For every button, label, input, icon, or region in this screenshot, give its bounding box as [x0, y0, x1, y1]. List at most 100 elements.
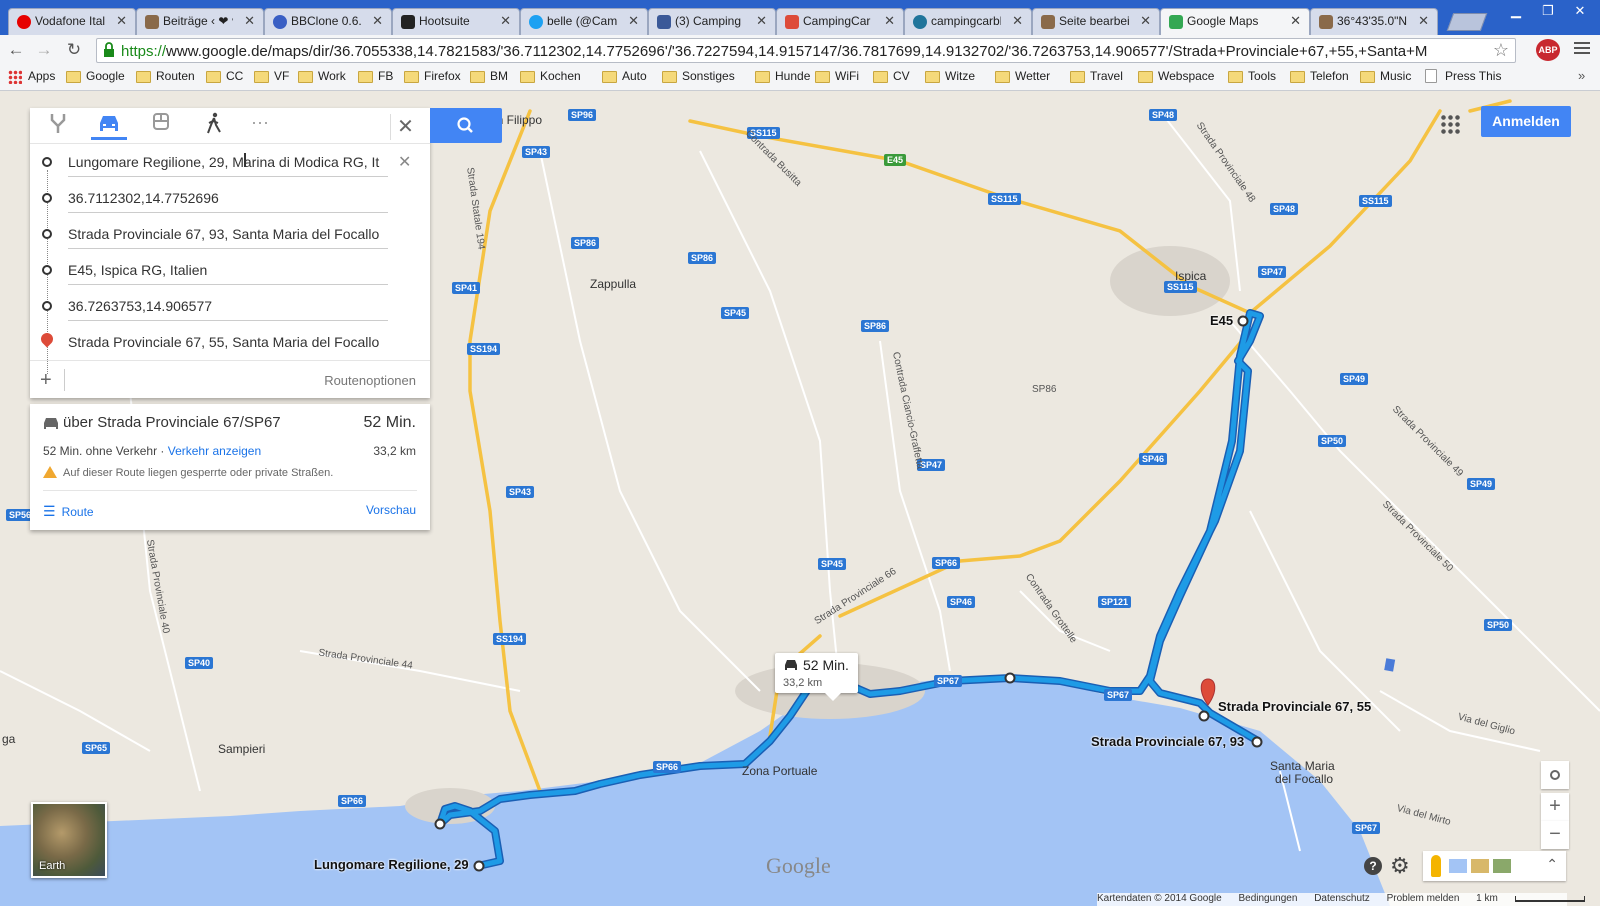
back-arrow-icon[interactable]: ←	[4, 39, 28, 61]
close-window-button[interactable]: ✕	[1564, 3, 1596, 21]
route-options-link[interactable]: Routenoptionen	[324, 373, 416, 388]
close-tab-icon[interactable]: ✕	[500, 13, 511, 29]
preview-link[interactable]: Vorschau	[366, 503, 416, 517]
bookmark-folder[interactable]: Sonstiges	[662, 69, 735, 83]
google-apps-grid-icon[interactable]	[1440, 114, 1462, 134]
bookmark-folder[interactable]: Work	[298, 69, 346, 83]
close-tab-icon[interactable]: ✕	[884, 13, 895, 29]
bookmark-folder[interactable]: Hunde	[755, 69, 810, 83]
bookmark-folder[interactable]: Travel	[1070, 69, 1123, 83]
bookmark-folder[interactable]: Kochen	[520, 69, 581, 83]
browser-tab[interactable]: CampingCar - ✕	[776, 8, 904, 35]
search-button[interactable]	[430, 108, 502, 143]
zoom-out-button[interactable]: −	[1541, 821, 1569, 849]
bookmark-folder[interactable]: Google	[66, 69, 125, 83]
close-tab-icon[interactable]: ✕	[628, 13, 639, 29]
close-tab-icon[interactable]: ✕	[1418, 13, 1429, 29]
privacy-link[interactable]: Datenschutz	[1314, 893, 1370, 904]
browser-menu-icon[interactable]	[1574, 42, 1590, 56]
bookmark-folder[interactable]: Firefox	[404, 69, 461, 83]
show-traffic-link[interactable]: Verkehr anzeigen	[168, 444, 261, 458]
waypoint-row[interactable]: 36.7112302,14.7752696	[30, 180, 430, 216]
bookmark-folder[interactable]: Wetter	[995, 69, 1050, 83]
browser-tab[interactable]: Beiträge ‹ ❤ ❤ ✕	[136, 8, 264, 35]
waypoint-row[interactable]: Lungomare Regilione, 29, Marina di Modic…	[30, 144, 430, 180]
route-duration-tooltip[interactable]: 52 Min. 33,2 km	[775, 653, 858, 701]
bookmark-star-icon[interactable]: ☆	[1493, 40, 1509, 61]
adblock-plus-icon[interactable]: ABP	[1536, 39, 1560, 61]
waypoint-input[interactable]: 36.7263753,14.906577	[68, 298, 388, 321]
bookmark-folder[interactable]: CV	[873, 69, 910, 83]
more-bookmarks-icon[interactable]: »	[1578, 68, 1585, 83]
browser-tab[interactable]: BBClone 0.6.1 ✕	[264, 8, 392, 35]
more-modes-icon[interactable]: ···	[242, 112, 278, 140]
new-tab-button[interactable]	[1446, 13, 1488, 31]
bookmark-folder[interactable]: VF	[254, 69, 289, 83]
browser-tab[interactable]: (3) Camping C ✕	[648, 8, 776, 35]
street-view-pegman-icon[interactable]	[1431, 855, 1441, 877]
bookmark-folder[interactable]: Music	[1360, 69, 1411, 83]
close-tab-icon[interactable]: ✕	[1012, 13, 1023, 29]
layer-thumbnail[interactable]	[1449, 859, 1467, 873]
bookmark-folder[interactable]: FB	[358, 69, 393, 83]
terms-link[interactable]: Bedingungen	[1238, 893, 1297, 904]
browser-tab[interactable]: 36°43'35.0"N 1 ✕	[1310, 8, 1438, 35]
browser-tab-active[interactable]: Google Maps ✕	[1160, 8, 1310, 35]
help-icon[interactable]: ?	[1364, 857, 1382, 875]
add-destination-icon[interactable]: +	[40, 369, 52, 392]
bookmark-folder[interactable]: Tools	[1228, 69, 1276, 83]
bookmark-folder[interactable]: Witze	[925, 69, 975, 83]
bookmark-folder[interactable]: Telefon	[1290, 69, 1349, 83]
route-result-card[interactable]: über Strada Provinciale 67/SP67 52 Min. …	[30, 404, 430, 530]
close-tab-icon[interactable]: ✕	[1290, 13, 1301, 29]
earth-view-toggle[interactable]: Earth	[31, 802, 107, 878]
expand-layers-icon[interactable]: ⌃	[1546, 856, 1558, 873]
waypoint-input[interactable]: Lungomare Regilione, 29, Marina di Modic…	[68, 154, 388, 177]
layer-thumbnail[interactable]	[1471, 859, 1489, 873]
bookmark-folder[interactable]: Auto	[602, 69, 647, 83]
browser-tab[interactable]: belle (@Camp ✕	[520, 8, 648, 35]
driving-mode-tab[interactable]	[91, 112, 127, 140]
waypoint-row[interactable]: Strada Provinciale 67, 55, Santa Maria d…	[30, 324, 430, 360]
sign-in-button[interactable]: Anmelden	[1481, 106, 1571, 137]
bookmark-folder[interactable]: WiFi	[815, 69, 859, 83]
reload-icon[interactable]: ↻	[62, 39, 86, 61]
bookmark-folder[interactable]: Routen	[136, 69, 195, 83]
bookmark-page[interactable]: Press This	[1425, 69, 1501, 83]
browser-tab[interactable]: Seite bearbeit ✕	[1032, 8, 1160, 35]
address-bar[interactable]: https://www.google.de/maps/dir/36.705533…	[96, 38, 1516, 63]
bookmark-folder[interactable]: Webspace	[1138, 69, 1214, 83]
walking-mode-tab[interactable]	[196, 112, 232, 140]
layers-control[interactable]: ⌃	[1423, 851, 1566, 881]
close-tab-icon[interactable]: ✕	[116, 13, 127, 29]
waypoint-row[interactable]: E45, Ispica RG, Italien	[30, 252, 430, 288]
forward-arrow-icon[interactable]: →	[32, 39, 56, 61]
close-tab-icon[interactable]: ✕	[1140, 13, 1151, 29]
close-directions-icon[interactable]: ✕	[390, 114, 420, 140]
report-problem-link[interactable]: Problem melden	[1387, 893, 1460, 904]
transit-mode-tab[interactable]	[143, 112, 179, 140]
waypoint-input[interactable]: Strada Provinciale 67, 93, Santa Maria d…	[68, 226, 388, 249]
browser-tab[interactable]: Hootsuite ✕	[392, 8, 520, 35]
destination-input[interactable]: Strada Provinciale 67, 55, Santa Maria d…	[68, 334, 388, 356]
layer-thumbnail[interactable]	[1493, 859, 1511, 873]
waypoint-input[interactable]: E45, Ispica RG, Italien	[68, 262, 388, 285]
minimize-window-button[interactable]: ▁	[1500, 3, 1532, 21]
waypoint-input[interactable]: 36.7112302,14.7752696	[68, 190, 388, 213]
remove-waypoint-icon[interactable]: ✕	[398, 152, 411, 172]
close-tab-icon[interactable]: ✕	[756, 13, 767, 29]
settings-gear-icon[interactable]: ⚙	[1390, 853, 1410, 879]
waypoint-row[interactable]: Strada Provinciale 67, 93, Santa Maria d…	[30, 216, 430, 252]
bookmark-folder[interactable]: BM	[470, 69, 508, 83]
route-details-link[interactable]: ☰ Route	[43, 503, 94, 520]
waypoint-row[interactable]: 36.7263753,14.906577	[30, 288, 430, 324]
close-tab-icon[interactable]: ✕	[244, 13, 255, 29]
my-location-button[interactable]	[1541, 761, 1569, 789]
maximize-window-button[interactable]: ❐	[1532, 3, 1564, 21]
bookmark-apps[interactable]: Apps	[8, 69, 55, 84]
browser-tab[interactable]: Vodafone Italia ✕	[8, 8, 136, 35]
zoom-in-button[interactable]: +	[1541, 793, 1569, 821]
best-mode-tab[interactable]	[40, 112, 76, 140]
close-tab-icon[interactable]: ✕	[372, 13, 383, 29]
browser-tab[interactable]: campingcarbl ✕	[904, 8, 1032, 35]
